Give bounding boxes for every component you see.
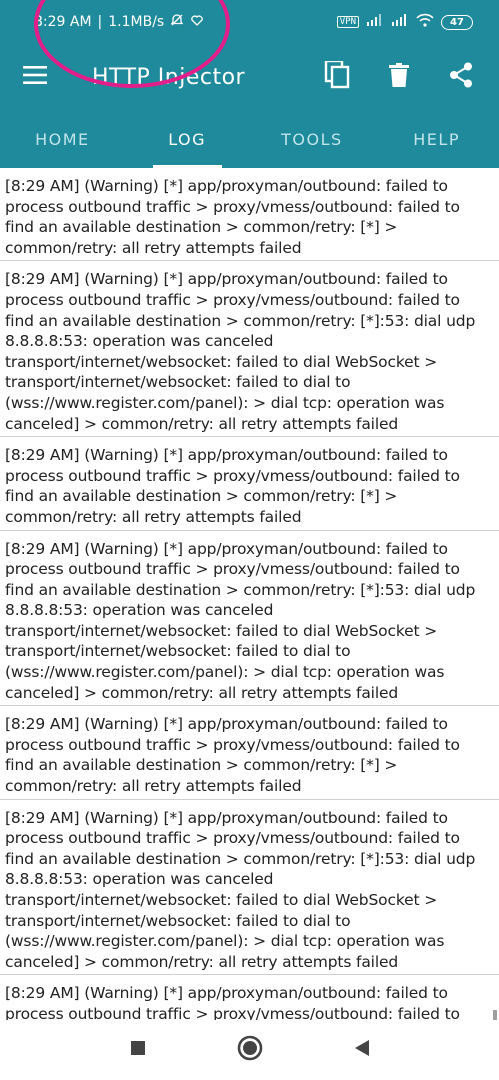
log-entry: [8:29 AM] (Warning) [*] app/proxyman/out… [0, 706, 499, 800]
status-left: 8:29 AM | 1.1MB/s [34, 13, 204, 31]
log-entry: [8:29 AM] (Warning) [*] app/proxyman/out… [0, 261, 499, 438]
share-button[interactable] [439, 55, 483, 99]
circle-icon [237, 1035, 263, 1065]
battery-level: 47 [450, 16, 464, 28]
log-entry: [8:29 AM] (Warning) [*] app/proxyman/out… [0, 168, 499, 262]
tab-bar: HOME LOG TOOLS HELP [0, 110, 499, 168]
log-entry: [8:29 AM] (Warning) [*] app/proxyman/out… [0, 800, 499, 976]
network-speed: 1.1MB/s [108, 14, 165, 30]
copy-icon [324, 59, 350, 93]
home-button[interactable] [235, 1035, 265, 1065]
scrollbar[interactable] [493, 1010, 497, 1020]
triangle-back-icon [354, 1039, 370, 1061]
signal-icon-2 [391, 14, 409, 30]
app-title: HTTP Injector [92, 64, 246, 90]
status-divider: | [97, 14, 103, 30]
hamburger-icon [23, 66, 47, 88]
vpn-badge: VPN [336, 16, 359, 28]
tab-log[interactable]: LOG [125, 110, 250, 168]
log-entry: [8:29 AM] (Warning) [*] app/proxyman/out… [0, 437, 499, 531]
delete-button[interactable] [377, 55, 421, 99]
trash-icon [389, 63, 409, 91]
back-button[interactable] [347, 1035, 377, 1065]
log-entry: [8:29 AM] (Warning) [*] app/proxyman/out… [0, 531, 499, 707]
battery-icon: 47 [441, 14, 473, 30]
wifi-icon [416, 13, 434, 31]
share-icon [449, 62, 473, 92]
log-list[interactable]: [8:29 AM] (Warning) [*] app/proxyman/out… [0, 168, 499, 1020]
tab-tools[interactable]: TOOLS [250, 110, 375, 168]
copy-button[interactable] [315, 55, 359, 99]
signal-icon [366, 14, 384, 30]
alarm-off-icon [170, 13, 184, 31]
app-bar: HTTP Injector [0, 44, 499, 110]
heart-notification-icon [190, 13, 204, 31]
status-right: VPN 47 [336, 13, 473, 31]
log-entry: [8:29 AM] (Warning) [*] app/proxyman/out… [0, 975, 499, 1020]
menu-button[interactable] [0, 44, 70, 110]
status-time: 8:29 AM [34, 14, 92, 30]
app-bar-actions [315, 55, 483, 99]
screen: 8:29 AM | 1.1MB/s VPN 47 HTTP Injector H… [0, 0, 499, 1080]
square-icon [130, 1040, 146, 1060]
system-nav-bar [0, 1020, 499, 1080]
recents-button[interactable] [123, 1035, 153, 1065]
tab-help[interactable]: HELP [374, 110, 499, 168]
tab-home[interactable]: HOME [0, 110, 125, 168]
status-bar: 8:29 AM | 1.1MB/s VPN 47 [0, 0, 499, 44]
